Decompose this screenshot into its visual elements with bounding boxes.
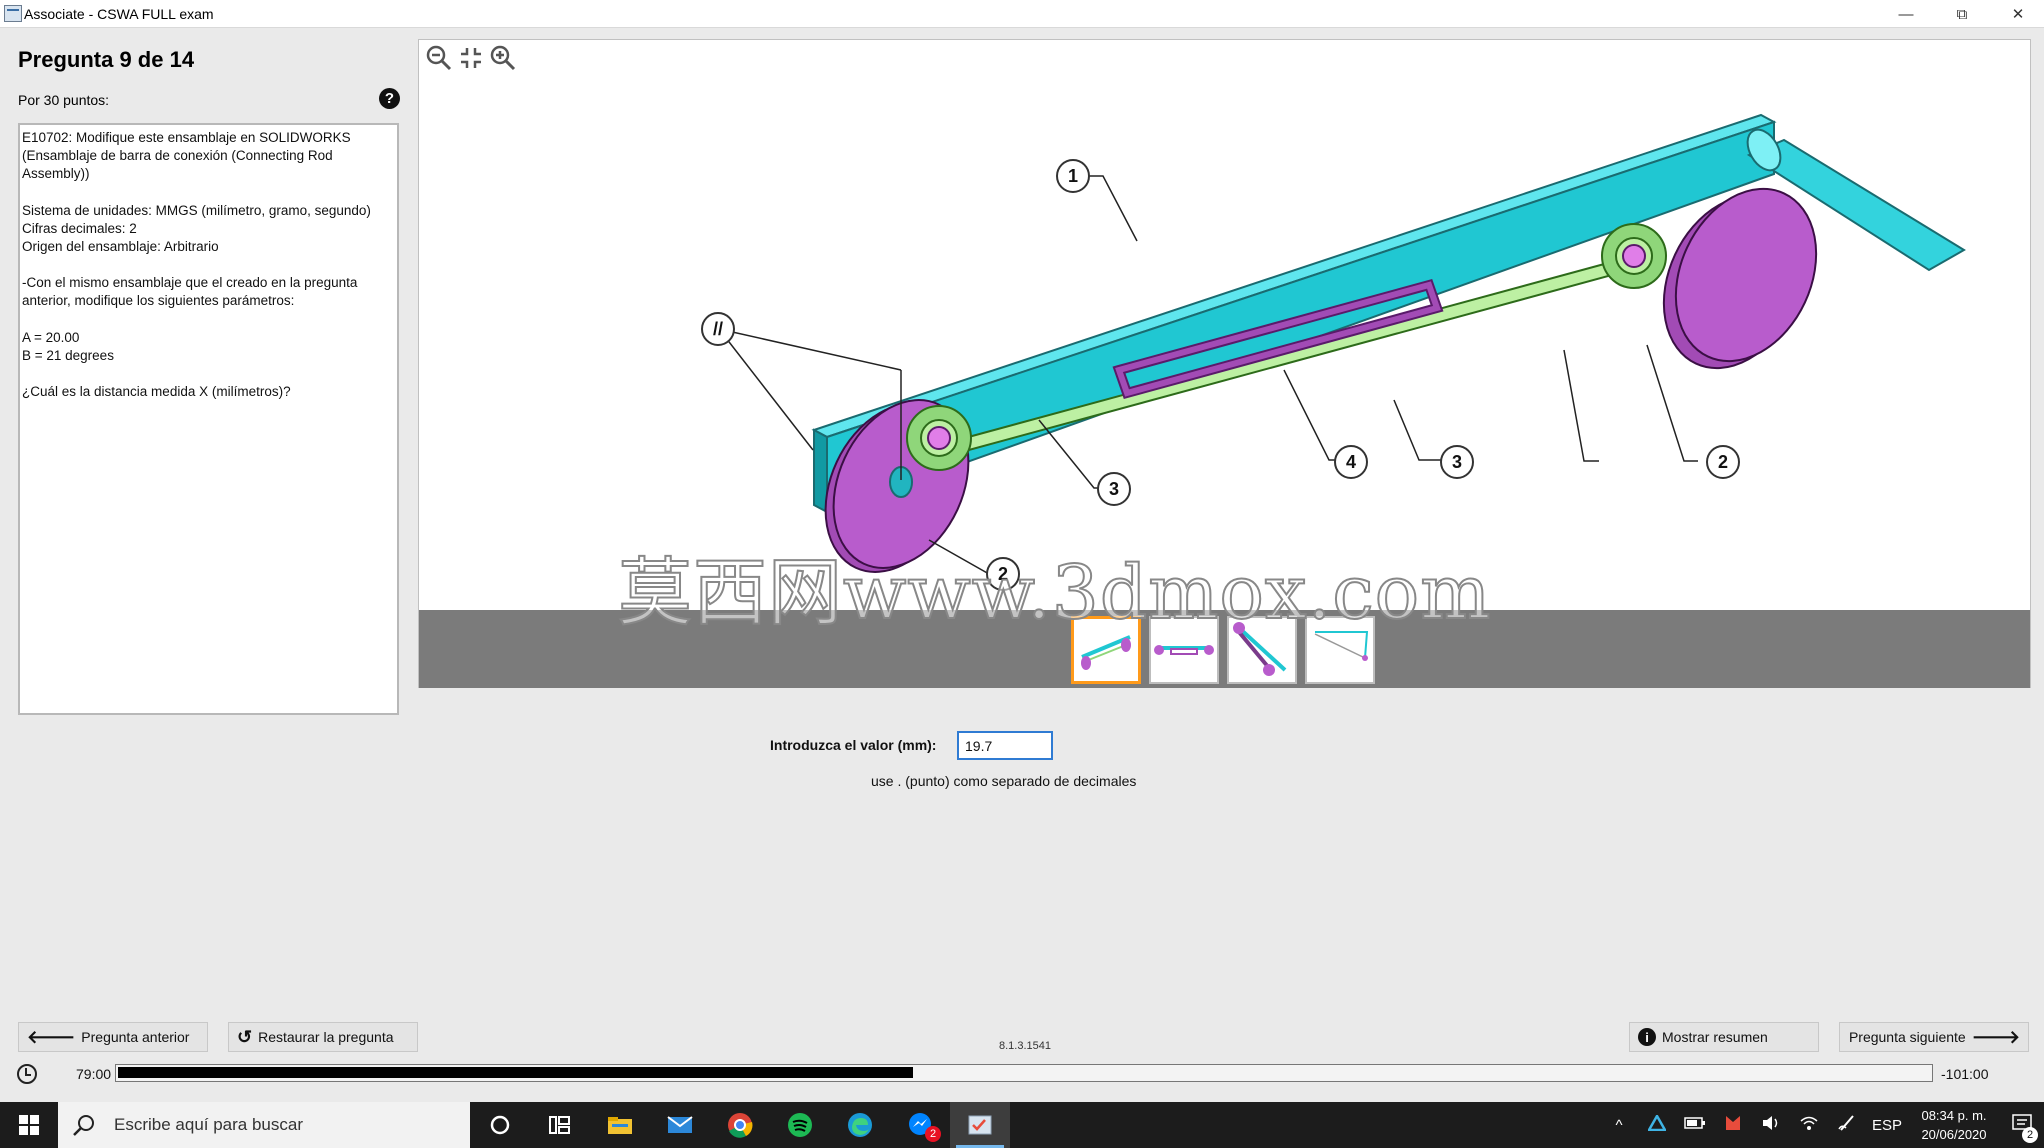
window-title: Associate - CSWA FULL exam	[24, 6, 214, 22]
previous-question-button[interactable]: 🡐 Pregunta anterior	[18, 1022, 208, 1052]
zoom-toolbar	[425, 44, 517, 72]
question-text-line: anterior, modifique los siguientes parám…	[22, 293, 295, 309]
clock-date: 20/06/2020	[1921, 1127, 1987, 1142]
answer-label: Introduzca el valor (mm):	[770, 737, 937, 753]
taskbar-apps: 2	[470, 1102, 1010, 1148]
question-text-line: A = 20.00	[22, 329, 80, 345]
svg-text:1: 1	[1068, 166, 1078, 186]
chrome-icon[interactable]	[710, 1102, 770, 1148]
exam-app-icon[interactable]	[950, 1102, 1010, 1148]
restore-question-button[interactable]: ↺ Restaurar la pregunta	[228, 1022, 418, 1052]
assembly-drawing: 1 // 3 4 3 2 2	[701, 113, 1966, 591]
adobe-icon[interactable]	[1638, 1113, 1676, 1135]
watermark: 莫西网www.3dmox.com	[617, 549, 1492, 637]
question-text-line: (Ensamblaje de barra de conexión (Connec…	[22, 148, 333, 164]
time-elapsed: 79:00	[76, 1066, 112, 1082]
question-points: Por 30 puntos:	[18, 92, 110, 108]
spotify-icon[interactable]	[770, 1102, 830, 1148]
show-summary-button[interactable]: i Mostrar resumen	[1629, 1022, 1819, 1052]
search-icon	[73, 1115, 94, 1136]
battery-icon[interactable]	[1676, 1115, 1714, 1135]
help-icon[interactable]: ?	[379, 88, 400, 109]
svg-text://: //	[713, 319, 723, 339]
time-remaining: -101:00	[1941, 1066, 1989, 1082]
question-text-gap	[22, 311, 395, 329]
svg-text:3: 3	[1109, 479, 1119, 499]
search-placeholder: Escribe aquí para buscar	[114, 1115, 303, 1134]
callout-2: 2	[1706, 445, 1740, 479]
pen-icon[interactable]	[1828, 1114, 1866, 1136]
notification-center-icon[interactable]: 2	[2000, 1113, 2044, 1143]
wifi-icon[interactable]	[1790, 1114, 1828, 1136]
question-text-line: Sistema de unidades: MMGS (milímetro, gr…	[22, 202, 371, 218]
taskbar: Escribe aquí para buscar 2 ^ ESP 08:34 p…	[0, 1102, 2044, 1148]
info-icon: i	[1638, 1028, 1656, 1046]
taskbar-search[interactable]: Escribe aquí para buscar	[58, 1102, 470, 1148]
question-text-line: E10702: Modifique este ensamblaje en SOL…	[22, 130, 351, 145]
clock-icon	[17, 1064, 37, 1084]
volume-icon[interactable]	[1752, 1114, 1790, 1136]
start-button[interactable]	[0, 1102, 58, 1148]
cortana-icon[interactable]	[470, 1102, 530, 1148]
question-title: Pregunta 9 de 14	[18, 47, 195, 72]
time-progress-bar	[115, 1064, 1933, 1082]
svg-text:3: 3	[1452, 452, 1462, 472]
answer-hint: use . (punto) como separado de decimales	[871, 773, 1137, 789]
svg-text:2: 2	[1718, 452, 1728, 472]
app-icon	[4, 5, 22, 22]
edge-icon[interactable]	[830, 1102, 890, 1148]
callout-3: 3	[1440, 445, 1474, 479]
question-text-line: Origen del ensamblaje: Arbitrario	[22, 239, 219, 255]
messenger-badge: 2	[925, 1126, 941, 1142]
callout-parallel: //	[701, 312, 735, 346]
undo-icon: ↺	[237, 1026, 253, 1047]
system-tray: ^ ESP 08:34 p. m. 20/06/2020 2	[1600, 1102, 2044, 1148]
task-view-icon[interactable]	[530, 1102, 590, 1148]
clock-time: 08:34 p. m.	[1921, 1108, 1987, 1123]
next-question-button[interactable]: Pregunta siguiente 🡒	[1839, 1022, 2029, 1052]
callout-1: 1	[1056, 159, 1090, 193]
svg-text:4: 4	[1346, 452, 1356, 472]
question-text-line: Assembly))	[22, 166, 90, 182]
windows-icon	[19, 1115, 39, 1135]
previous-question-label: Pregunta anterior	[81, 1029, 190, 1045]
time-progress-fill	[118, 1067, 913, 1078]
language-indicator[interactable]: ESP	[1866, 1117, 1908, 1134]
question-text-gap	[22, 256, 395, 274]
answer-input[interactable]	[957, 731, 1053, 760]
question-text-line: B = 21 degrees	[22, 347, 114, 363]
callout-4: 4	[1334, 445, 1368, 479]
question-text-line: -Con el mismo ensamblaje que el creado e…	[22, 275, 358, 291]
question-text-gap	[22, 184, 395, 202]
callout-3: 3	[1097, 472, 1131, 506]
next-question-label: Pregunta siguiente	[1848, 1029, 1966, 1045]
restore-button[interactable]: ⧉	[1939, 0, 1985, 28]
zoom-in-icon[interactable]	[489, 44, 517, 72]
show-hidden-icon[interactable]: ^	[1600, 1117, 1638, 1134]
file-explorer-icon[interactable]	[590, 1102, 650, 1148]
fit-icon[interactable]	[457, 44, 485, 72]
zoom-out-icon[interactable]	[425, 44, 453, 72]
minimize-button[interactable]: —	[1883, 0, 1929, 28]
arrow-left-icon: 🡐	[27, 1026, 76, 1047]
title-bar: Associate - CSWA FULL exam — ⧉ ✕	[0, 0, 2044, 28]
restore-question-label: Restaurar la pregunta	[258, 1029, 394, 1045]
close-button[interactable]: ✕	[1995, 0, 2041, 28]
show-summary-label: Mostrar resumen	[1662, 1029, 1768, 1045]
question-text-line: Cifras decimales: 2	[22, 220, 137, 236]
version-label: 8.1.3.1541	[999, 1040, 1051, 1052]
question-text-gap	[22, 365, 395, 383]
mail-icon[interactable]	[650, 1102, 710, 1148]
messenger-icon[interactable]: 2	[890, 1102, 950, 1148]
security-icon[interactable]	[1714, 1114, 1752, 1136]
question-text-box[interactable]: E10702: Modifique este ensamblaje en SOL…	[18, 123, 399, 715]
question-panel: Pregunta 9 de 14 Por 30 puntos: ? E10702…	[0, 29, 412, 715]
question-text-line: ¿Cuál es la distancia medida X (milímetr…	[22, 384, 291, 400]
arrow-right-icon: 🡒	[1971, 1026, 2020, 1047]
assembly-image: 1 // 3 4 3 2 2	[419, 40, 2030, 610]
taskbar-clock[interactable]: 08:34 p. m. 20/06/2020	[1908, 1106, 2000, 1144]
notification-count: 2	[2022, 1126, 2038, 1143]
